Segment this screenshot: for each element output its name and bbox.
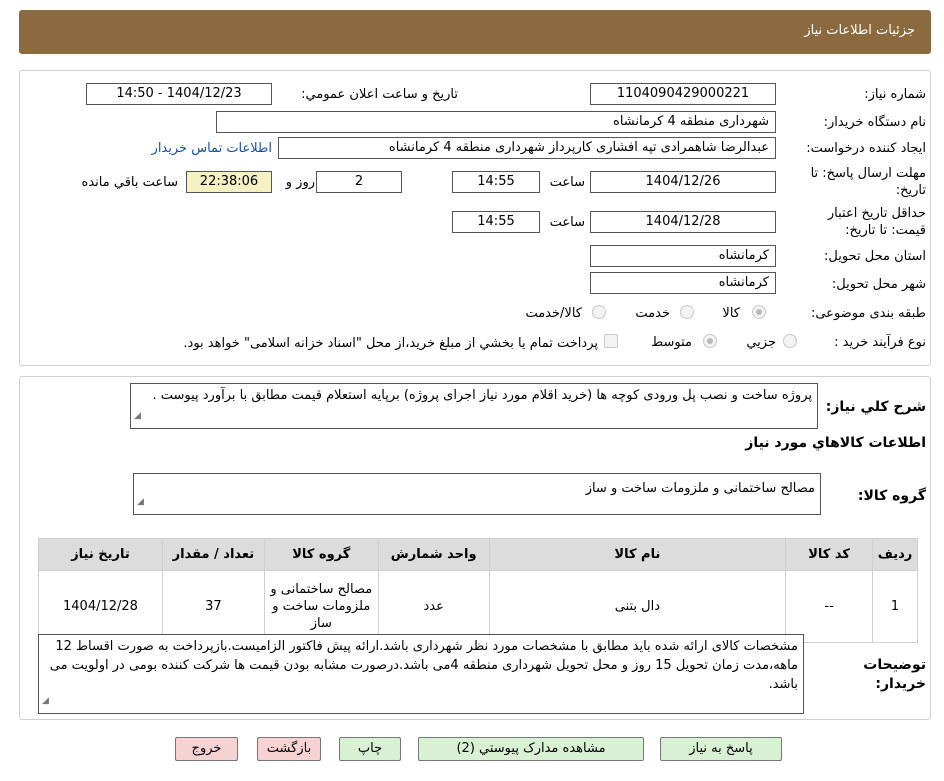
deadline-days-field: 2 (316, 171, 402, 193)
goods-group-textarea: مصالح ساختمانی و ملزومات ساخت و ساز ◢ (133, 473, 821, 515)
category-option-goods: کالا (722, 306, 740, 321)
need-number-label: شماره نياز: (864, 87, 926, 102)
cell-unit: عدد (377, 570, 490, 643)
purchase-radio-minor[interactable] (783, 334, 797, 348)
announce-field: 1404/12/23 - 14:50 (86, 83, 272, 105)
deadline-time-field: 14:55 (452, 171, 540, 193)
deadline-label-line2: تاريخ: (895, 183, 926, 198)
category-option-goods-service: کالا/خدمت (525, 306, 582, 321)
purchase-option-medium: متوسط (651, 335, 692, 350)
treasury-note: پرداخت تمام يا بخشي از مبلغ خريد،از محل … (183, 336, 598, 351)
col-header-date: تاريخ نياز (38, 538, 163, 571)
back-button[interactable]: بازگشت (257, 737, 321, 761)
deadline-date-field: 1404/12/26 (590, 171, 776, 193)
cell-row-number: 1 (872, 570, 918, 643)
print-button[interactable]: چاپ (339, 737, 401, 761)
category-radio-goods-service[interactable] (592, 305, 606, 319)
table-header-row: رديف کد کالا نام کالا واحد شمارش گروه کا… (38, 538, 918, 571)
validity-date-field: 1404/12/28 (590, 211, 776, 233)
requester-field: عبدالرضا شاهمرادی تپه افشاری کارپرداز شه… (278, 137, 776, 159)
purchase-option-minor: جزيي (746, 335, 776, 350)
buyer-contact-link[interactable]: اطلاعات تماس خريدار (152, 141, 272, 156)
reply-button[interactable]: پاسخ به نياز (660, 737, 782, 761)
city-label: شهر محل تحويل: (831, 277, 926, 292)
cell-name: دال بتنی (488, 570, 787, 643)
province-field: کرمانشاه (590, 245, 776, 267)
exit-button[interactable]: خروج (175, 737, 238, 761)
resize-grip-icon[interactable]: ◢ (42, 692, 49, 711)
buyer-notes-text: مشخصات کالای ارائه شده باید مطابق با مشخ… (49, 639, 798, 692)
page-title: جزئيات اطلاعات نياز (804, 23, 915, 38)
col-header-code: کد کالا (785, 538, 874, 571)
col-header-group: گروه کالا (263, 538, 379, 571)
validity-time-label: ساعت (549, 215, 585, 230)
deadline-label-line1: مهلت ارسال پاسخ: تا (810, 166, 926, 181)
deadline-time-label: ساعت (549, 175, 585, 190)
category-radio-goods[interactable] (752, 305, 766, 319)
announce-label: تاريخ و ساعت اعلان عمومي: (301, 87, 458, 102)
buyer-notes-textarea: مشخصات کالای ارائه شده باید مطابق با مشخ… (38, 634, 804, 714)
col-header-unit: واحد شمارش (377, 538, 490, 571)
remaining-time-field: 22:38:06 (186, 171, 272, 193)
goods-group-label: گروه کالا: (857, 488, 926, 504)
summary-textarea: پروژه ساخت و نصب پل ورودی کوچه ها (خرید … (130, 383, 818, 429)
col-header-name: نام کالا (488, 538, 787, 571)
cell-group: مصالح ساختمانی و ملزومات ساخت و ساز (263, 570, 379, 643)
buyer-org-field: شهرداری منطقه 4 کرمانشاه (216, 111, 776, 133)
remaining-time-label: ساعت باقي مانده (81, 175, 178, 190)
validity-label-line1: حداقل تاريخ اعتبار (827, 206, 926, 221)
col-header-row: رديف (872, 538, 918, 571)
goods-table: رديف کد کالا نام کالا واحد شمارش گروه کا… (38, 538, 918, 643)
validity-time-field: 14:55 (452, 211, 540, 233)
resize-grip-icon[interactable]: ◢ (134, 407, 141, 426)
view-docs-button[interactable]: مشاهده مدارک پيوستي (2) (418, 737, 644, 761)
purchase-radio-medium[interactable] (703, 334, 717, 348)
summary-text: پروژه ساخت و نصب پل ورودی کوچه ها (خرید … (152, 388, 812, 403)
purchase-type-label: نوع فرآيند خريد : (834, 335, 926, 350)
province-label: استان محل تحويل: (824, 249, 926, 264)
col-header-quantity: تعداد / مقدار (161, 538, 265, 571)
category-label: طبقه بندی موضوعی: (810, 306, 926, 321)
page-header: جزئيات اطلاعات نياز (19, 10, 931, 54)
buyer-org-label: نام دستگاه خريدار: (823, 115, 926, 130)
requester-label: ايجاد کننده درخواست: (806, 141, 926, 156)
table-row: 1 -- دال بتنی عدد مصالح ساختمانی و ملزوم… (38, 570, 918, 643)
buyer-notes-label-line2: خريدار: (875, 676, 926, 692)
category-radio-service[interactable] (680, 305, 694, 319)
summary-label: شرح کلي نياز: (825, 399, 926, 415)
resize-grip-icon[interactable]: ◢ (137, 493, 144, 512)
deadline-days-label: روز و (285, 175, 315, 190)
cell-quantity: 37 (161, 570, 265, 643)
city-field: کرمانشاه (590, 272, 776, 294)
cell-date: 1404/12/28 (38, 570, 163, 643)
buyer-notes-label-line1: توضيحات (863, 657, 926, 673)
goods-group-text: مصالح ساختمانی و ملزومات ساخت و ساز (585, 481, 815, 496)
goods-section-title: اطلاعات کالاهاي مورد نياز (745, 435, 926, 451)
category-option-service: خدمت (635, 306, 670, 321)
treasury-checkbox[interactable] (604, 334, 618, 348)
cell-code: -- (785, 570, 874, 643)
need-number-field: 1104090429000221 (590, 83, 776, 105)
validity-label-line2: قيمت: تا تاريخ: (845, 223, 926, 238)
